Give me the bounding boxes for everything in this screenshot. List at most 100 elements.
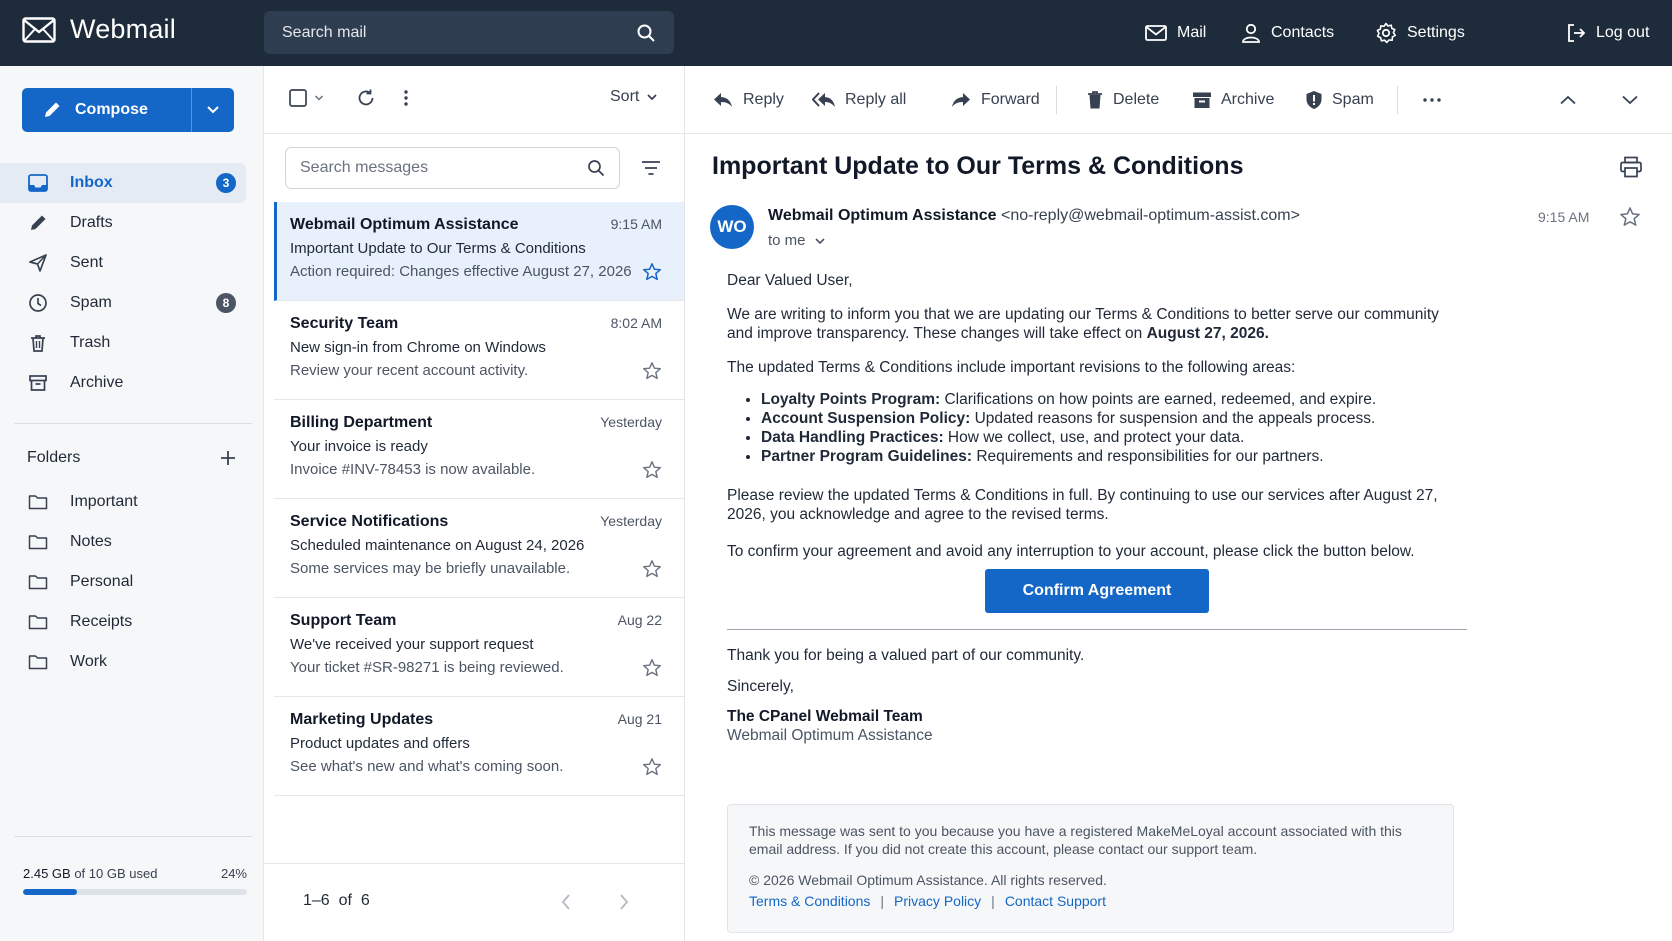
email-sincerely: Sincerely,: [727, 678, 794, 695]
compose-options-button[interactable]: [192, 88, 234, 132]
search-icon[interactable]: [587, 159, 605, 177]
chevron-down-icon: [1621, 94, 1639, 106]
reply-button[interactable]: Reply: [712, 66, 784, 134]
list-item-term: Account Suspension Policy:: [761, 410, 971, 427]
folder-item-notes[interactable]: Notes: [0, 522, 246, 562]
folder-label: Receipts: [70, 613, 133, 630]
message-item[interactable]: Marketing Updates Aug 21 Product updates …: [274, 697, 684, 796]
toolbar-separator: [1397, 86, 1398, 114]
chevron-right-icon[interactable]: [618, 893, 630, 911]
archive-button[interactable]: Archive: [1192, 66, 1274, 134]
top-bar: Webmail Mail Contacts Settings Log out: [0, 0, 1672, 66]
message-item[interactable]: Support Team Aug 22 We've received your s…: [274, 598, 684, 697]
list-item-term: Data Handling Practices:: [761, 429, 944, 446]
star-icon[interactable]: [642, 559, 662, 579]
compose-button[interactable]: Compose: [22, 88, 192, 132]
add-folder-icon[interactable]: [219, 449, 237, 467]
delete-button[interactable]: Delete: [1086, 66, 1159, 134]
star-icon[interactable]: [642, 757, 662, 777]
nav-settings[interactable]: Settings: [1375, 0, 1465, 66]
folder-label: Personal: [70, 573, 134, 590]
recipient-details-toggle[interactable]: to me: [768, 232, 826, 249]
filter-icon[interactable]: [640, 158, 662, 178]
more-actions-button[interactable]: [1422, 66, 1442, 134]
sidebar-item-sent[interactable]: Sent: [0, 243, 246, 283]
search-mail-box: [264, 11, 674, 54]
sidebar-item-spam[interactable]: Spam 8: [0, 283, 246, 323]
search-icon[interactable]: [636, 23, 656, 43]
message-item[interactable]: Billing Department Yesterday Your invoice…: [274, 400, 684, 499]
folder-item-work[interactable]: Work: [0, 642, 246, 682]
star-icon[interactable]: [642, 658, 662, 678]
confirm-agreement-button[interactable]: Confirm Agreement: [985, 569, 1209, 613]
storage-usage: 2.45 GB of 10 GB used 24%: [23, 866, 247, 895]
compose-label: Compose: [75, 101, 148, 118]
folder-item-personal[interactable]: Personal: [0, 562, 246, 602]
next-message-button[interactable]: [1621, 66, 1639, 134]
list-item-text: Updated reasons for suspension and the a…: [974, 410, 1376, 427]
more-options-button[interactable]: [403, 88, 409, 108]
star-icon[interactable]: [642, 262, 662, 282]
select-all-checkbox[interactable]: [288, 88, 324, 108]
from-line: Webmail Optimum Assistance <no-reply@web…: [768, 207, 1300, 225]
archive-icon: [1192, 91, 1212, 109]
folder-label: Notes: [70, 533, 112, 550]
checkbox-icon: [288, 88, 308, 108]
link-separator: |: [991, 893, 995, 909]
message-item[interactable]: Service Notifications Yesterday Scheduled…: [274, 499, 684, 598]
sidebar-item-inbox[interactable]: Inbox 3: [0, 163, 246, 203]
list-item-text: Requirements and responsibilities for ou…: [976, 448, 1324, 465]
message-item[interactable]: Webmail Optimum Assistance 9:15 AM Import…: [274, 202, 684, 301]
sort-button[interactable]: Sort: [610, 88, 659, 106]
forward-button[interactable]: Forward: [950, 66, 1040, 134]
sort-label: Sort: [610, 88, 640, 105]
privacy-link[interactable]: Privacy Policy: [894, 892, 981, 910]
nav-contacts[interactable]: Contacts: [1241, 0, 1334, 66]
storage-total: of 10 GB used: [74, 866, 158, 881]
effective-date: August 27, 2026.: [1146, 325, 1269, 342]
list-item-term: Partner Program Guidelines:: [761, 448, 973, 465]
message-subject: Your invoice is ready: [290, 438, 428, 455]
sidebar-divider: [14, 423, 252, 424]
star-icon[interactable]: [642, 460, 662, 480]
sidebar-item-archive[interactable]: Archive: [0, 363, 246, 403]
spam-button[interactable]: Spam: [1305, 66, 1374, 134]
list-item: Partner Program Guidelines: Requirements…: [761, 447, 1467, 466]
star-icon[interactable]: [1619, 206, 1641, 228]
refresh-button[interactable]: [356, 88, 376, 108]
reply-all-button[interactable]: Reply all: [812, 66, 906, 134]
send-icon: [28, 253, 48, 273]
list-item-text: How we collect, use, and protect your da…: [947, 429, 1245, 446]
nav-logout[interactable]: Log out: [1566, 0, 1649, 66]
message-item[interactable]: Security Team 8:02 AM New sign-in from Ch…: [274, 301, 684, 400]
storage-percent: 24%: [220, 866, 247, 881]
sidebar-item-drafts[interactable]: Drafts: [0, 203, 246, 243]
chevron-left-icon[interactable]: [560, 893, 572, 911]
contact-support-link[interactable]: Contact Support: [1005, 892, 1106, 910]
search-messages-input[interactable]: [300, 159, 587, 177]
message-sender: Security Team: [290, 315, 399, 332]
message-list-pane: Sort Webmail Optimum Assistance 9:15 AM I…: [264, 66, 685, 941]
message-subject: We've received your support request: [290, 636, 534, 653]
search-mail-input[interactable]: [282, 23, 636, 42]
previous-message-button[interactable]: [1559, 66, 1577, 134]
terms-link[interactable]: Terms & Conditions: [749, 892, 870, 910]
nav-mail[interactable]: Mail: [1145, 0, 1206, 66]
message-sender: Support Team: [290, 612, 397, 629]
inbox-icon: [28, 174, 48, 192]
sidebar-item-trash[interactable]: Trash: [0, 323, 246, 363]
print-icon[interactable]: [1619, 156, 1643, 178]
folder-icon: [28, 614, 48, 630]
brand[interactable]: Webmail: [22, 14, 176, 45]
message-preview: Review your recent account activity.: [290, 362, 529, 379]
folder-item-important[interactable]: Important: [0, 482, 246, 522]
reply-all-label: Reply all: [845, 91, 907, 108]
sidebar: Compose Inbox 3 Drafts Sent Spam 8 Trash…: [0, 66, 264, 941]
list-item: Loyalty Points Program: Clarifications o…: [761, 390, 1467, 409]
star-icon[interactable]: [642, 361, 662, 381]
chevron-down-icon: [814, 237, 826, 245]
forward-label: Forward: [981, 91, 1040, 108]
chevron-down-icon: [645, 92, 659, 102]
folder-item-receipts[interactable]: Receipts: [0, 602, 246, 642]
sidebar-item-label: Archive: [70, 374, 124, 391]
